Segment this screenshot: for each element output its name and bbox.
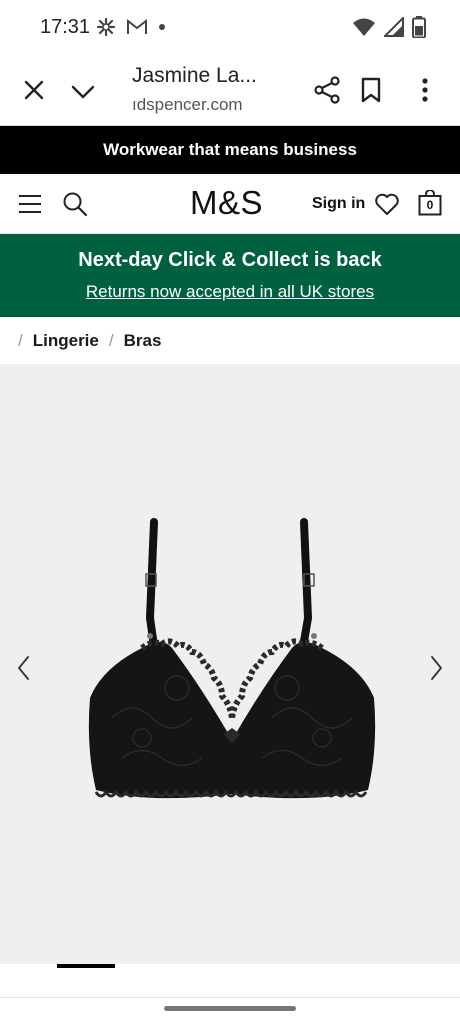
close-icon[interactable] — [22, 78, 46, 102]
breadcrumb-separator: / — [108, 331, 114, 350]
gmail-icon — [127, 18, 147, 34]
search-icon[interactable] — [62, 191, 88, 217]
notification-dot-icon — [159, 24, 165, 30]
page-title[interactable]: Jasmine La... — [132, 64, 257, 88]
page-url[interactable]: ıdspencer.com — [132, 95, 243, 115]
settings-icon — [96, 17, 116, 37]
banner-subtitle: Returns now accepted in all UK stores — [0, 282, 460, 302]
bag-count: 0 — [426, 198, 434, 212]
breadcrumb: / Lingerie / Bras — [18, 328, 161, 354]
battery-icon — [412, 16, 426, 38]
returns-link[interactable]: Returns now accepted in all UK stores — [86, 282, 374, 301]
promo-strip[interactable]: Workwear that means business — [0, 126, 460, 174]
more-vert-icon[interactable] — [418, 76, 432, 104]
status-time: 17:31 — [40, 16, 91, 38]
browser-toolbar: Jasmine La... ıdspencer.com — [0, 58, 460, 126]
breadcrumb-item-lingerie[interactable]: Lingerie — [33, 331, 99, 351]
product-gallery[interactable] — [0, 364, 460, 964]
gallery-indicator — [0, 964, 460, 998]
click-collect-banner[interactable]: Next-day Click & Collect is back Returns… — [0, 234, 460, 317]
site-header: M&S Sign in 0 — [0, 174, 460, 234]
chevron-right-icon[interactable] — [426, 654, 446, 682]
menu-icon[interactable] — [18, 194, 42, 214]
brand-logo[interactable]: M&S — [190, 184, 263, 222]
wifi-icon — [353, 18, 375, 36]
share-icon[interactable] — [314, 76, 340, 104]
heart-icon[interactable] — [374, 192, 400, 216]
breadcrumb-separator: / — [18, 331, 23, 350]
breadcrumb-item-bras[interactable]: Bras — [124, 331, 162, 351]
home-gesture-handle[interactable] — [164, 1006, 296, 1011]
bag-button[interactable]: 0 — [418, 189, 442, 216]
chevron-down-icon[interactable] — [70, 80, 96, 104]
banner-title: Next-day Click & Collect is back — [78, 249, 382, 271]
black-lace-bra-image[interactable] — [82, 518, 382, 808]
chevron-left-icon[interactable] — [14, 654, 34, 682]
signal-icon — [384, 17, 404, 37]
gallery-indicator-active — [57, 964, 115, 968]
bookmark-icon[interactable] — [360, 77, 382, 103]
sign-in-link[interactable]: Sign in — [312, 195, 365, 213]
status-bar: 17:31 — [0, 0, 460, 58]
